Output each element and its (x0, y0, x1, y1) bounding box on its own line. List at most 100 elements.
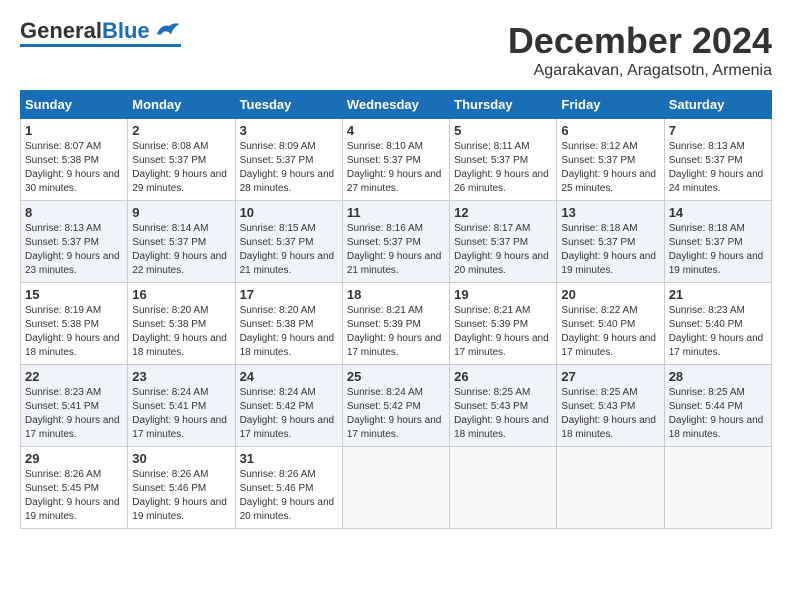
day-number: 22 (25, 369, 123, 384)
day-number: 24 (240, 369, 338, 384)
day-detail: Sunrise: 8:20 AMSunset: 5:38 PMDaylight:… (132, 304, 230, 360)
table-cell: 13 Sunrise: 8:18 AMSunset: 5:37 PMDaylig… (557, 201, 664, 283)
table-cell: 16 Sunrise: 8:20 AMSunset: 5:38 PMDaylig… (128, 283, 235, 365)
table-cell: 4 Sunrise: 8:10 AMSunset: 5:37 PMDayligh… (342, 119, 449, 201)
day-detail: Sunrise: 8:10 AMSunset: 5:37 PMDaylight:… (347, 140, 445, 196)
day-detail: Sunrise: 8:12 AMSunset: 5:37 PMDaylight:… (561, 140, 659, 196)
day-number: 28 (669, 369, 767, 384)
day-detail: Sunrise: 8:20 AMSunset: 5:38 PMDaylight:… (240, 304, 338, 360)
day-number: 23 (132, 369, 230, 384)
table-cell (557, 447, 664, 529)
day-number: 8 (25, 205, 123, 220)
logo-bird-icon (153, 20, 181, 42)
day-number: 19 (454, 287, 552, 302)
day-detail: Sunrise: 8:18 AMSunset: 5:37 PMDaylight:… (561, 222, 659, 278)
table-cell: 12 Sunrise: 8:17 AMSunset: 5:37 PMDaylig… (450, 201, 557, 283)
table-cell: 26 Sunrise: 8:25 AMSunset: 5:43 PMDaylig… (450, 365, 557, 447)
day-detail: Sunrise: 8:13 AMSunset: 5:37 PMDaylight:… (25, 222, 123, 278)
day-detail: Sunrise: 8:14 AMSunset: 5:37 PMDaylight:… (132, 222, 230, 278)
weekday-wednesday: Wednesday (342, 91, 449, 119)
day-number: 16 (132, 287, 230, 302)
day-number: 12 (454, 205, 552, 220)
day-number: 21 (669, 287, 767, 302)
calendar-header: Sunday Monday Tuesday Wednesday Thursday… (21, 91, 772, 119)
table-cell: 19 Sunrise: 8:21 AMSunset: 5:39 PMDaylig… (450, 283, 557, 365)
table-cell: 20 Sunrise: 8:22 AMSunset: 5:40 PMDaylig… (557, 283, 664, 365)
table-cell: 17 Sunrise: 8:20 AMSunset: 5:38 PMDaylig… (235, 283, 342, 365)
day-number: 17 (240, 287, 338, 302)
day-number: 29 (25, 451, 123, 466)
weekday-thursday: Thursday (450, 91, 557, 119)
day-detail: Sunrise: 8:11 AMSunset: 5:37 PMDaylight:… (454, 140, 552, 196)
table-cell (450, 447, 557, 529)
day-number: 3 (240, 123, 338, 138)
weekday-tuesday: Tuesday (235, 91, 342, 119)
day-number: 7 (669, 123, 767, 138)
table-cell: 9 Sunrise: 8:14 AMSunset: 5:37 PMDayligh… (128, 201, 235, 283)
weekday-saturday: Saturday (664, 91, 771, 119)
page-header: GeneralBlue December 2024 Agarakavan, Ar… (20, 20, 772, 80)
day-number: 2 (132, 123, 230, 138)
table-cell: 24 Sunrise: 8:24 AMSunset: 5:42 PMDaylig… (235, 365, 342, 447)
calendar-body: 1 Sunrise: 8:07 AMSunset: 5:38 PMDayligh… (21, 119, 772, 529)
day-number: 18 (347, 287, 445, 302)
day-number: 13 (561, 205, 659, 220)
table-cell: 21 Sunrise: 8:23 AMSunset: 5:40 PMDaylig… (664, 283, 771, 365)
day-detail: Sunrise: 8:25 AMSunset: 5:44 PMDaylight:… (669, 386, 767, 442)
title-block: December 2024 Agarakavan, Aragatsotn, Ar… (508, 20, 772, 80)
day-detail: Sunrise: 8:26 AMSunset: 5:46 PMDaylight:… (240, 468, 338, 524)
table-cell (664, 447, 771, 529)
table-cell: 7 Sunrise: 8:13 AMSunset: 5:37 PMDayligh… (664, 119, 771, 201)
day-detail: Sunrise: 8:24 AMSunset: 5:41 PMDaylight:… (132, 386, 230, 442)
weekday-monday: Monday (128, 91, 235, 119)
day-detail: Sunrise: 8:23 AMSunset: 5:40 PMDaylight:… (669, 304, 767, 360)
table-cell: 25 Sunrise: 8:24 AMSunset: 5:42 PMDaylig… (342, 365, 449, 447)
day-number: 4 (347, 123, 445, 138)
day-detail: Sunrise: 8:09 AMSunset: 5:37 PMDaylight:… (240, 140, 338, 196)
table-cell: 11 Sunrise: 8:16 AMSunset: 5:37 PMDaylig… (342, 201, 449, 283)
day-detail: Sunrise: 8:24 AMSunset: 5:42 PMDaylight:… (240, 386, 338, 442)
day-number: 10 (240, 205, 338, 220)
day-detail: Sunrise: 8:22 AMSunset: 5:40 PMDaylight:… (561, 304, 659, 360)
day-detail: Sunrise: 8:25 AMSunset: 5:43 PMDaylight:… (454, 386, 552, 442)
table-cell: 31 Sunrise: 8:26 AMSunset: 5:46 PMDaylig… (235, 447, 342, 529)
logo-text: GeneralBlue (20, 20, 150, 42)
day-number: 27 (561, 369, 659, 384)
table-cell: 1 Sunrise: 8:07 AMSunset: 5:38 PMDayligh… (21, 119, 128, 201)
day-number: 15 (25, 287, 123, 302)
calendar-table: Sunday Monday Tuesday Wednesday Thursday… (20, 90, 772, 529)
month-title: December 2024 (508, 20, 772, 62)
day-number: 31 (240, 451, 338, 466)
logo: GeneralBlue (20, 20, 181, 47)
day-number: 26 (454, 369, 552, 384)
weekday-sunday: Sunday (21, 91, 128, 119)
day-detail: Sunrise: 8:15 AMSunset: 5:37 PMDaylight:… (240, 222, 338, 278)
day-detail: Sunrise: 8:17 AMSunset: 5:37 PMDaylight:… (454, 222, 552, 278)
day-detail: Sunrise: 8:08 AMSunset: 5:37 PMDaylight:… (132, 140, 230, 196)
table-cell: 28 Sunrise: 8:25 AMSunset: 5:44 PMDaylig… (664, 365, 771, 447)
day-number: 1 (25, 123, 123, 138)
table-cell: 18 Sunrise: 8:21 AMSunset: 5:39 PMDaylig… (342, 283, 449, 365)
day-number: 6 (561, 123, 659, 138)
table-cell: 8 Sunrise: 8:13 AMSunset: 5:37 PMDayligh… (21, 201, 128, 283)
weekday-friday: Friday (557, 91, 664, 119)
day-number: 14 (669, 205, 767, 220)
table-cell: 30 Sunrise: 8:26 AMSunset: 5:46 PMDaylig… (128, 447, 235, 529)
day-detail: Sunrise: 8:21 AMSunset: 5:39 PMDaylight:… (454, 304, 552, 360)
table-cell: 27 Sunrise: 8:25 AMSunset: 5:43 PMDaylig… (557, 365, 664, 447)
table-cell: 29 Sunrise: 8:26 AMSunset: 5:45 PMDaylig… (21, 447, 128, 529)
table-cell: 3 Sunrise: 8:09 AMSunset: 5:37 PMDayligh… (235, 119, 342, 201)
table-cell: 14 Sunrise: 8:18 AMSunset: 5:37 PMDaylig… (664, 201, 771, 283)
day-number: 9 (132, 205, 230, 220)
day-detail: Sunrise: 8:13 AMSunset: 5:37 PMDaylight:… (669, 140, 767, 196)
day-detail: Sunrise: 8:16 AMSunset: 5:37 PMDaylight:… (347, 222, 445, 278)
table-cell: 22 Sunrise: 8:23 AMSunset: 5:41 PMDaylig… (21, 365, 128, 447)
location-title: Agarakavan, Aragatsotn, Armenia (508, 62, 772, 80)
day-detail: Sunrise: 8:26 AMSunset: 5:45 PMDaylight:… (25, 468, 123, 524)
day-detail: Sunrise: 8:26 AMSunset: 5:46 PMDaylight:… (132, 468, 230, 524)
table-cell: 10 Sunrise: 8:15 AMSunset: 5:37 PMDaylig… (235, 201, 342, 283)
day-number: 20 (561, 287, 659, 302)
table-cell: 23 Sunrise: 8:24 AMSunset: 5:41 PMDaylig… (128, 365, 235, 447)
day-number: 5 (454, 123, 552, 138)
day-detail: Sunrise: 8:19 AMSunset: 5:38 PMDaylight:… (25, 304, 123, 360)
